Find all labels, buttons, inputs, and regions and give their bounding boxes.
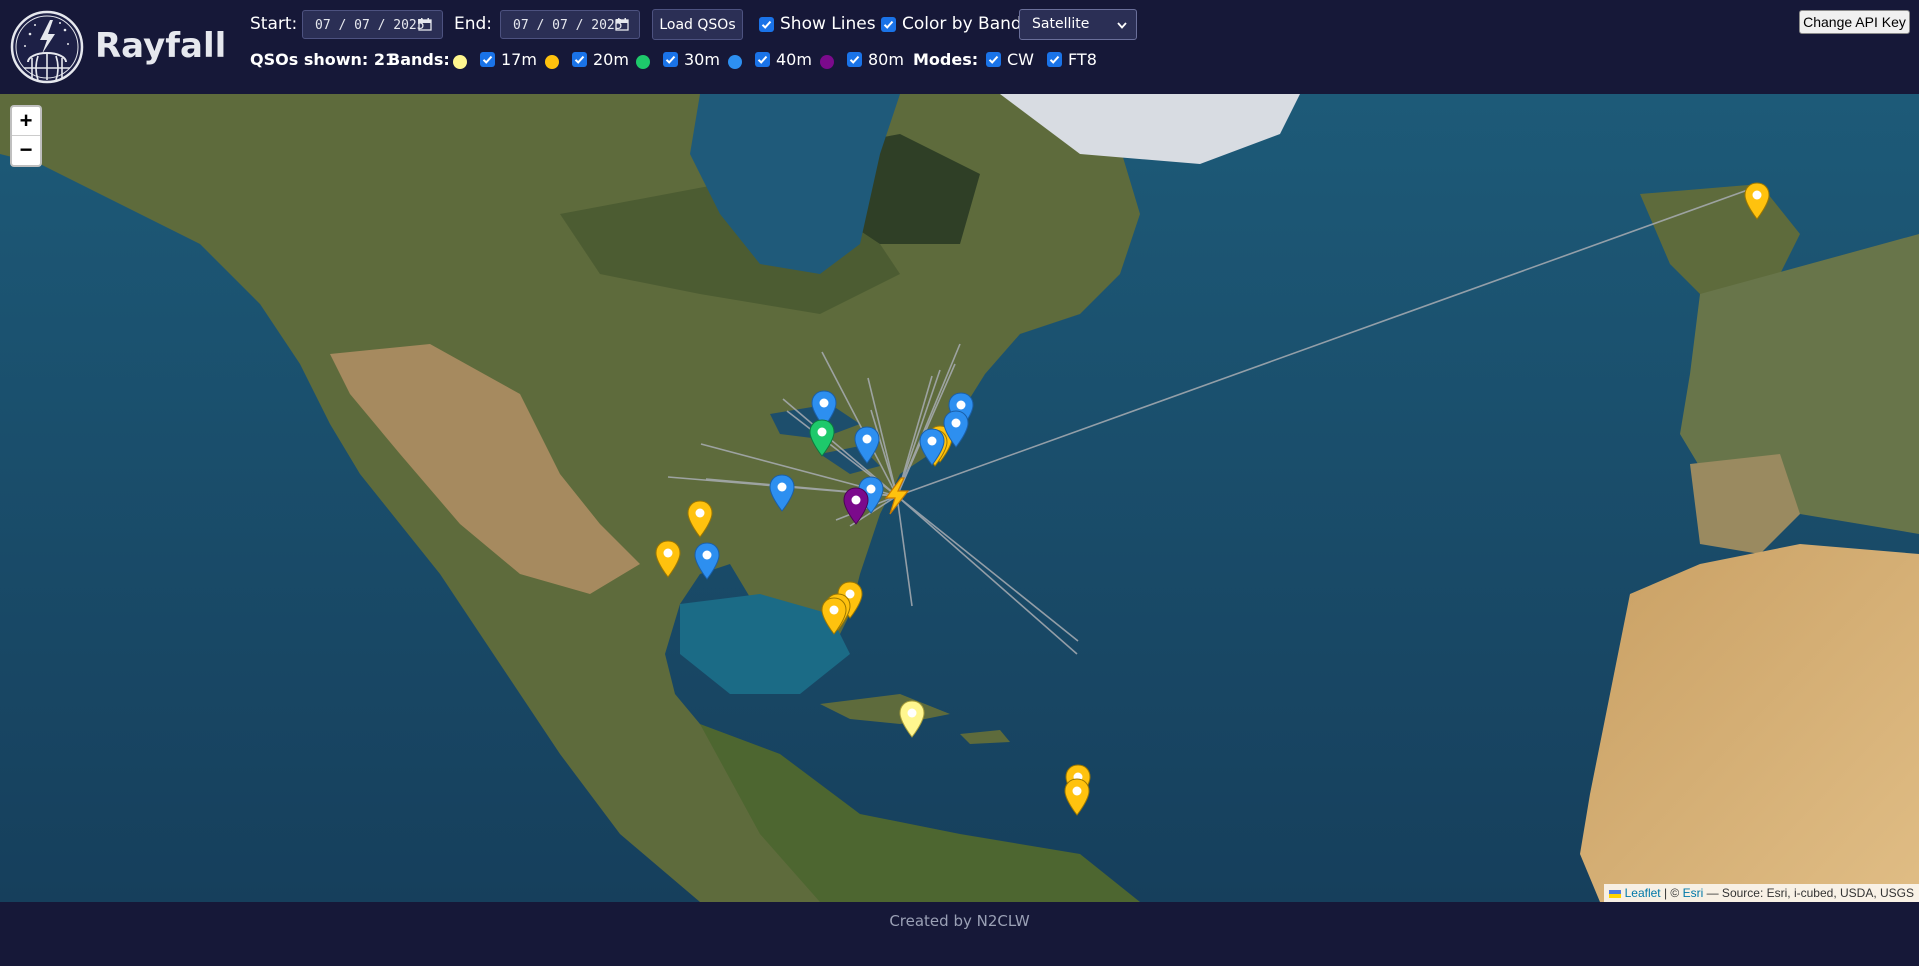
map-pin-icon bbox=[1744, 182, 1770, 220]
attribution-source: — Source: Esri, i-cubed, USDA, USGS bbox=[1703, 886, 1914, 900]
end-date-value: 07 / 07 / 2025 bbox=[513, 18, 623, 33]
footer-credit: Created by N2CLW bbox=[889, 912, 1030, 930]
band-20m-checkbox[interactable] bbox=[572, 52, 587, 67]
band-17m-checkbox[interactable] bbox=[480, 52, 495, 67]
map-pin-icon bbox=[769, 474, 795, 512]
map-pin-icon bbox=[821, 597, 847, 635]
band-80m-color-dot bbox=[820, 55, 834, 69]
mode-ft8-label: FT8 bbox=[1068, 50, 1097, 69]
lightning-bolt-icon[interactable] bbox=[881, 477, 913, 515]
zoom-control: + − bbox=[10, 105, 42, 167]
show-lines-label: Show Lines bbox=[780, 14, 876, 34]
map-pin-icon bbox=[809, 419, 835, 457]
band-20m-color-dot bbox=[545, 55, 559, 69]
band-30m-checkbox[interactable] bbox=[663, 52, 678, 67]
band-80m-checkbox[interactable] bbox=[847, 52, 862, 67]
qso-marker[interactable] bbox=[821, 597, 847, 639]
band-30m-color-dot bbox=[636, 55, 650, 69]
qso-marker[interactable] bbox=[899, 700, 925, 742]
rayfall-logo-icon bbox=[10, 10, 84, 84]
qso-marker[interactable] bbox=[854, 426, 880, 468]
band-30m-label: 30m bbox=[684, 50, 720, 69]
band-40m-color-dot bbox=[728, 55, 742, 69]
zoom-out-button[interactable]: − bbox=[12, 136, 40, 165]
mode-cw-label: CW bbox=[1007, 50, 1034, 69]
app-title: Rayfall bbox=[95, 26, 227, 66]
band-40m-checkbox[interactable] bbox=[755, 52, 770, 67]
end-date-label: End: bbox=[454, 14, 493, 34]
attribution-separator: | © bbox=[1660, 886, 1683, 900]
start-date-label: Start: bbox=[250, 14, 298, 34]
qso-marker[interactable] bbox=[655, 540, 681, 582]
qso-marker[interactable] bbox=[843, 487, 869, 529]
qso-marker[interactable] bbox=[694, 542, 720, 584]
band-40m-label: 40m bbox=[776, 50, 812, 69]
mode-cw-checkbox[interactable] bbox=[986, 52, 1001, 67]
map-pin-icon bbox=[943, 410, 969, 448]
load-qsos-button[interactable]: Load QSOs bbox=[652, 9, 743, 40]
map-layer-selected-value: Satellite bbox=[1032, 16, 1090, 32]
app-footer: Created by N2CLW bbox=[0, 902, 1919, 966]
start-date-input[interactable]: 07 / 07 / 2025 bbox=[302, 10, 443, 39]
map-pin-icon bbox=[919, 428, 945, 466]
band-17m-color-dot bbox=[453, 55, 467, 69]
app-header: Rayfall Start: 07 / 07 / 2025 End: 07 / … bbox=[0, 0, 1919, 94]
map-pin-icon bbox=[899, 700, 925, 738]
calendar-icon[interactable] bbox=[615, 18, 629, 31]
map-pin-icon bbox=[687, 500, 713, 538]
map-pin-icon bbox=[1064, 778, 1090, 816]
bands-label: Bands: bbox=[388, 50, 450, 69]
satellite-map-layer[interactable] bbox=[0, 94, 1919, 902]
qso-marker[interactable] bbox=[1064, 778, 1090, 820]
show-lines-checkbox[interactable] bbox=[759, 17, 774, 32]
band-17m-label: 17m bbox=[501, 50, 537, 69]
calendar-icon[interactable] bbox=[418, 18, 432, 31]
band-20m-label: 20m bbox=[593, 50, 629, 69]
map-attribution: Leaflet | © Esri — Source: Esri, i-cubed… bbox=[1604, 884, 1919, 902]
map-pin-icon bbox=[854, 426, 880, 464]
qso-marker[interactable] bbox=[919, 428, 945, 470]
ukraine-flag-icon bbox=[1609, 890, 1622, 898]
qso-marker[interactable] bbox=[769, 474, 795, 516]
map-pin-icon bbox=[843, 487, 869, 525]
esri-link[interactable]: Esri bbox=[1683, 886, 1704, 900]
mode-ft8-checkbox[interactable] bbox=[1047, 52, 1062, 67]
qso-marker[interactable] bbox=[943, 410, 969, 452]
qso-marker[interactable] bbox=[687, 500, 713, 542]
color-by-band-label: Color by Band bbox=[902, 14, 1022, 34]
change-api-key-button[interactable]: Change API Key bbox=[1799, 10, 1910, 34]
chevron-down-icon bbox=[1117, 22, 1127, 29]
end-date-input[interactable]: 07 / 07 / 2025 bbox=[500, 10, 640, 39]
map-pin-icon bbox=[694, 542, 720, 580]
leaflet-link[interactable]: Leaflet bbox=[1625, 886, 1661, 900]
map-pin-icon bbox=[655, 540, 681, 578]
modes-label: Modes: bbox=[913, 50, 979, 69]
qso-marker[interactable] bbox=[809, 419, 835, 461]
zoom-in-button[interactable]: + bbox=[12, 107, 40, 136]
start-date-value: 07 / 07 / 2025 bbox=[315, 18, 425, 33]
qsos-shown-count: QSOs shown: 21 bbox=[250, 50, 397, 69]
map-layer-select[interactable]: Satellite bbox=[1019, 9, 1137, 40]
band-80m-label: 80m bbox=[868, 50, 904, 69]
color-by-band-checkbox[interactable] bbox=[881, 17, 896, 32]
qso-map[interactable]: + − Leaflet | © Esri — Source: Esri, i-c… bbox=[0, 94, 1919, 902]
qso-marker[interactable] bbox=[1744, 182, 1770, 224]
